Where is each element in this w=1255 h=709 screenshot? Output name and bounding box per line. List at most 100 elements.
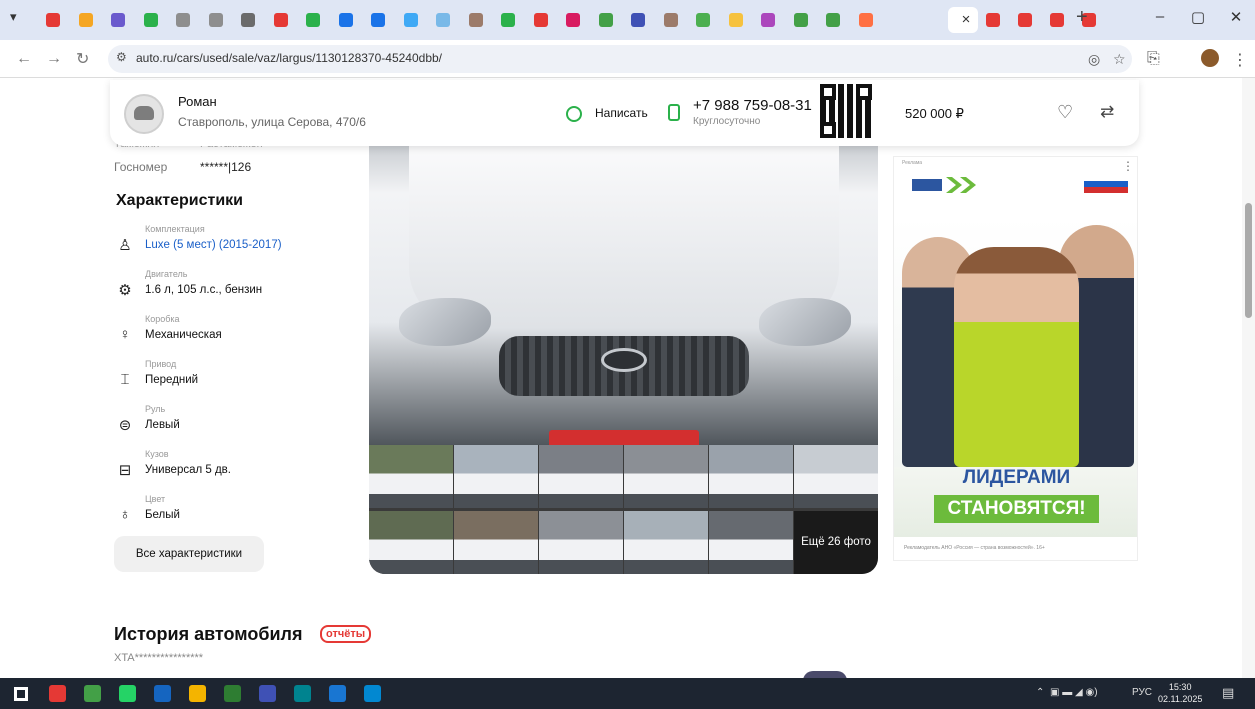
language-indicator[interactable]: РУС — [1132, 687, 1152, 698]
gallery-thumbnail[interactable] — [539, 445, 623, 508]
reports-badge[interactable]: отчёты — [320, 625, 372, 643]
eye-off-icon[interactable]: ◎ — [1088, 51, 1100, 68]
browser-tab[interactable] — [593, 7, 619, 33]
browser-tab[interactable] — [138, 7, 164, 33]
all-specs-button[interactable]: Все характеристики — [114, 536, 264, 572]
gallery-thumbnail[interactable] — [709, 445, 793, 508]
left-headlight — [399, 298, 491, 346]
forward-icon[interactable]: → — [46, 50, 62, 68]
compare-icon[interactable]: ⇄ — [1100, 102, 1114, 122]
ad-banner[interactable]: Реклама ⋮ ЛИДЕРАМИ СТАНОВЯТСЯ! Рекламода… — [893, 156, 1138, 561]
menu-kebab-icon[interactable]: ⋮ — [1232, 50, 1248, 70]
gallery-thumbnail[interactable] — [539, 511, 623, 574]
page-scrollbar[interactable] — [1242, 78, 1255, 678]
browser-tab[interactable] — [365, 7, 391, 33]
app-icon[interactable] — [364, 685, 381, 702]
minimize-button[interactable]: – — [1148, 8, 1172, 25]
gallery-thumbnail[interactable] — [794, 445, 878, 508]
browser-tab[interactable] — [463, 7, 489, 33]
browser-tab[interactable] — [105, 7, 131, 33]
gallery-thumbnail[interactable] — [369, 511, 453, 574]
gallery-thumbnail[interactable] — [709, 511, 793, 574]
tray-icons[interactable]: ▣ ▬ ◢ ◉) — [1050, 687, 1098, 698]
tab-favicon-icon — [143, 13, 158, 27]
browser-tab[interactable] — [235, 7, 261, 33]
browser-tab[interactable] — [820, 7, 846, 33]
start-menu-icon[interactable] — [14, 687, 28, 701]
browser-tab[interactable] — [853, 7, 879, 33]
chrome-icon[interactable] — [189, 685, 206, 702]
url-text[interactable]: auto.ru/cars/used/sale/vaz/largus/113012… — [136, 51, 442, 65]
ad-label: Реклама — [902, 160, 923, 166]
site-info-icon[interactable]: ⚙ — [116, 50, 127, 64]
browser-tab[interactable] — [268, 7, 294, 33]
browser-tab[interactable] — [300, 7, 326, 33]
app-icon[interactable] — [329, 685, 346, 702]
browser-tab[interactable] — [203, 7, 229, 33]
more-photos-button[interactable]: Ещё 26 фото — [794, 511, 878, 574]
new-tab-button[interactable]: + — [1076, 6, 1088, 29]
tab-favicon-icon — [826, 13, 840, 27]
browser-tab[interactable] — [398, 7, 424, 33]
extensions-icon[interactable]: ⎘ — [1147, 50, 1160, 68]
spec-equipment: ♙ Комплектация Luxe (5 мест) (2015-2017) — [114, 224, 374, 264]
bookmark-star-icon[interactable]: ☆ — [1113, 51, 1126, 68]
clock[interactable]: 15:30 02.11.2025 — [1158, 681, 1202, 705]
gallery-thumbnail[interactable] — [624, 445, 708, 508]
browser-tab[interactable] — [788, 7, 814, 33]
leaders-logo — [912, 177, 976, 193]
close-tab-icon[interactable]: × — [955, 8, 977, 32]
browser-tab[interactable] — [755, 7, 781, 33]
chat-icon[interactable] — [566, 106, 582, 122]
reload-icon[interactable]: ↻ — [76, 49, 89, 69]
floating-button[interactable] — [803, 671, 847, 678]
spec-value-link[interactable]: Luxe (5 мест) (2015-2017) — [145, 239, 282, 251]
package-icon: ♙ — [118, 237, 132, 254]
tray-chevron-icon[interactable]: ⌃ — [1036, 687, 1044, 698]
browser-tab[interactable] — [723, 7, 749, 33]
app-icon[interactable] — [154, 685, 171, 702]
url-field[interactable]: ⚙ auto.ru/cars/used/sale/vaz/largus/1130… — [108, 45, 1132, 73]
app-icon[interactable] — [294, 685, 311, 702]
yandex-icon[interactable] — [49, 685, 66, 702]
ad-slogan: ЛИДЕРАМИ СТАНОВЯТСЯ! — [894, 467, 1137, 537]
browser-tab[interactable] — [690, 7, 716, 33]
phone-number[interactable]: +7 988 759-08-31 — [693, 97, 812, 114]
browser-tab[interactable] — [980, 7, 1006, 33]
gallery-thumbnail[interactable] — [369, 445, 453, 508]
browser-tab[interactable] — [1044, 7, 1070, 33]
browser-tab[interactable] — [170, 7, 196, 33]
profile-avatar[interactable] — [1201, 49, 1219, 67]
browser-tab[interactable] — [40, 7, 66, 33]
browser-tab[interactable] — [528, 7, 554, 33]
write-message-button[interactable]: Написать — [595, 106, 648, 120]
spec-label: Руль — [145, 404, 166, 414]
browser-tab[interactable] — [333, 7, 359, 33]
app-icon[interactable] — [259, 685, 276, 702]
browser-tab[interactable] — [430, 7, 456, 33]
whatsapp-icon[interactable] — [119, 685, 136, 702]
browser-tab[interactable] — [560, 7, 586, 33]
browser-tab[interactable] — [73, 7, 99, 33]
phone-icon[interactable] — [668, 104, 680, 121]
gallery-thumbnail[interactable] — [454, 445, 538, 508]
back-icon[interactable]: ← — [16, 50, 32, 68]
notifications-icon[interactable]: ▤ — [1222, 685, 1234, 701]
app-icon[interactable] — [84, 685, 101, 702]
browser-tab[interactable] — [495, 7, 521, 33]
date: 02.11.2025 — [1158, 694, 1203, 704]
gallery-thumbnail[interactable] — [624, 511, 708, 574]
favorite-heart-icon[interactable]: ♡ — [1057, 102, 1073, 123]
tab-search-icon[interactable]: ▾ — [10, 9, 17, 25]
ad-menu-icon[interactable]: ⋮ — [1122, 159, 1134, 173]
excel-icon[interactable] — [224, 685, 241, 702]
browser-tab[interactable] — [1012, 7, 1038, 33]
main-car-photo[interactable] — [369, 138, 878, 445]
browser-tab[interactable] — [658, 7, 684, 33]
maximize-button[interactable]: ▢ — [1186, 8, 1210, 26]
scrollbar-thumb[interactable] — [1245, 203, 1252, 318]
seller-name[interactable]: Роман — [178, 94, 217, 109]
browser-tab[interactable] — [625, 7, 651, 33]
close-window-button[interactable]: ✕ — [1224, 8, 1248, 26]
gallery-thumbnail[interactable] — [454, 511, 538, 574]
